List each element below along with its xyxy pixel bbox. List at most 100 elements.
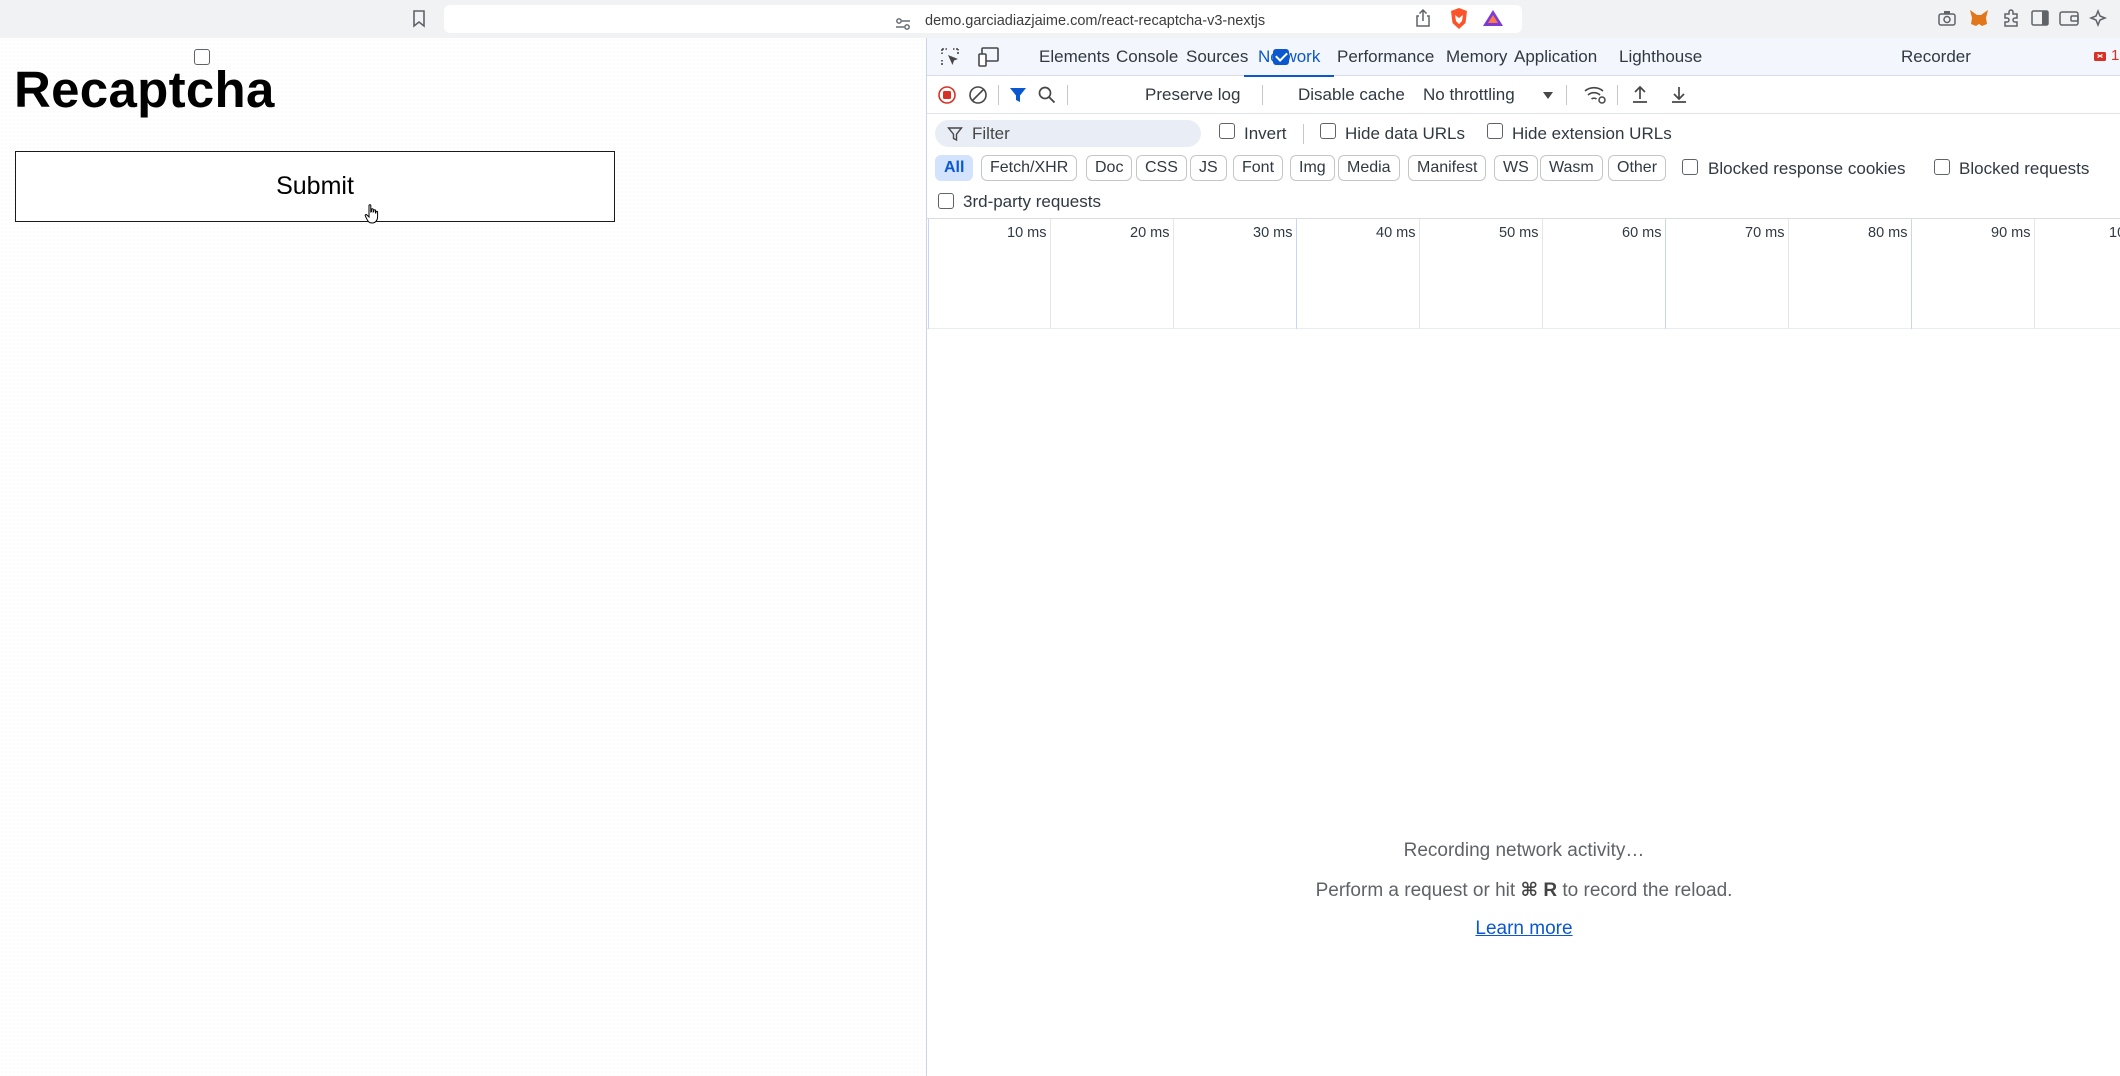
devtools-tabbar: Elements Console Sources Network Perform… <box>927 38 2120 77</box>
timeline-overview[interactable]: 10 ms 20 ms 30 ms 40 ms 50 ms 60 ms 70 m… <box>927 218 2120 329</box>
type-chip-img[interactable]: Img <box>1290 155 1335 181</box>
type-chip-other[interactable]: Other <box>1608 155 1667 181</box>
timeline-start-line <box>928 219 929 329</box>
site-settings-icon[interactable] <box>894 15 912 33</box>
tab-console[interactable]: Console <box>1112 38 1182 76</box>
tab-sources[interactable]: Sources <box>1182 38 1252 76</box>
timeline-gridline <box>1911 219 1912 329</box>
disable-cache-label: Disable cache <box>1298 85 1405 104</box>
tab-network[interactable]: Network <box>1243 38 1335 77</box>
type-chip-css[interactable]: CSS <box>1136 155 1187 181</box>
bookmark-icon[interactable] <box>412 9 426 29</box>
leo-ai-icon[interactable] <box>2088 8 2110 28</box>
tab-application[interactable]: Application <box>1510 38 1601 76</box>
browser-toolbar: demo.garciadiazjaime.com/react-recaptcha… <box>0 0 2120 38</box>
inspect-element-icon[interactable] <box>939 46 961 68</box>
type-chip-doc[interactable]: Doc <box>1086 155 1133 181</box>
submit-button[interactable]: Submit <box>15 151 615 222</box>
type-chip-media[interactable]: Media <box>1338 155 1400 181</box>
page-title: Recaptcha <box>14 61 275 118</box>
sidebar-icon[interactable] <box>2029 8 2051 28</box>
extensions-icon[interactable] <box>2000 8 2022 28</box>
type-chip-ws[interactable]: WS <box>1494 155 1538 181</box>
timeline-gridline <box>1050 219 1051 329</box>
timeline-tick-label: 40 ms <box>1376 225 1416 241</box>
invert-checkbox[interactable] <box>1219 123 1235 139</box>
preserve-log-checkbox[interactable] <box>194 49 210 65</box>
preserve-log-label: Preserve log <box>1145 85 1241 104</box>
network-toolbar: Preserve log Disable cache No throttling <box>194 49 2120 114</box>
third-party-requests-label: 3rd-party requests <box>963 192 1101 211</box>
type-chip-font[interactable]: Font <box>1233 155 1284 181</box>
export-har-icon[interactable] <box>1669 84 1689 106</box>
hide-data-urls-label: Hide data URLs <box>1345 124 1466 143</box>
empty-hint-pre: Perform a request or hit <box>1315 880 1521 901</box>
search-icon[interactable] <box>1037 85 1057 105</box>
empty-state-title: Recording network activity… <box>1403 840 1645 861</box>
toolbar-divider <box>1566 85 1567 105</box>
hide-data-urls-checkbox[interactable] <box>1320 123 1336 139</box>
type-chip-fetch-xhr[interactable]: Fetch/XHR <box>981 155 1078 181</box>
toolbar-divider <box>998 85 999 105</box>
blocked-requests-label: Blocked requests <box>1959 159 2090 178</box>
third-party-requests-checkbox[interactable] <box>938 193 954 209</box>
filter-input[interactable]: Filter <box>935 120 1201 147</box>
timeline-gridline <box>2034 219 2035 329</box>
issues-badge[interactable]: 1 <box>2091 47 2120 65</box>
type-chip-wasm[interactable]: Wasm <box>1540 155 1603 181</box>
hide-extension-urls-checkbox[interactable] <box>1487 123 1503 139</box>
share-icon[interactable] <box>1414 8 1432 28</box>
empty-state-hint: Perform a request or hit ⌘ R to record t… <box>927 879 2120 902</box>
timeline-gridline <box>1296 219 1297 329</box>
toolbar-divider <box>1262 85 1263 105</box>
issues-count: 1 <box>2111 47 2120 64</box>
chevron-down-icon[interactable] <box>1541 89 1555 101</box>
blocked-requests-checkbox[interactable] <box>1934 159 1950 175</box>
hide-extension-urls-label: Hide extension URLs <box>1512 124 1672 143</box>
wallet-icon[interactable] <box>2058 8 2080 28</box>
type-chip-manifest[interactable]: Manifest <box>1408 155 1487 181</box>
brave-rewards-icon[interactable] <box>1482 8 1504 28</box>
timeline-gridline <box>1665 219 1666 329</box>
learn-more-link[interactable]: Learn more <box>927 918 2120 940</box>
empty-hint-post: to record the reload. <box>1557 880 1733 901</box>
address-bar[interactable]: demo.garciadiazjaime.com/react-recaptcha… <box>444 5 1522 33</box>
timeline-gridline <box>1542 219 1543 329</box>
toolbar-divider <box>1303 124 1304 144</box>
disable-cache-checkbox[interactable] <box>1273 49 1289 65</box>
brave-shields-icon[interactable] <box>1448 7 1470 31</box>
timeline-gridline <box>1419 219 1420 329</box>
tab-recorder[interactable]: Recorder <box>1897 38 1975 76</box>
filter-toggle-icon[interactable] <box>1008 85 1028 105</box>
tab-performance[interactable]: Performance <box>1333 38 1438 76</box>
timeline-tick-label: 80 ms <box>1868 225 1908 241</box>
tab-memory[interactable]: Memory <box>1442 38 1511 76</box>
tab-elements[interactable]: Elements <box>1035 38 1114 76</box>
web-page: Recaptcha Submit <box>0 38 926 1076</box>
import-har-icon[interactable] <box>1630 84 1650 106</box>
clear-icon[interactable] <box>968 85 988 105</box>
metamask-icon[interactable] <box>1968 8 1990 28</box>
devtools-panel: Elements Console Sources Network Perform… <box>194 38 2120 1076</box>
timeline-tick-label: 10 ms <box>1007 225 1047 241</box>
url-text[interactable]: demo.garciadiazjaime.com/react-recaptcha… <box>925 12 1265 30</box>
tab-lighthouse[interactable]: Lighthouse <box>1615 38 1706 76</box>
record-icon[interactable] <box>937 85 957 105</box>
throttling-select[interactable]: No throttling <box>1423 85 1515 105</box>
type-chip-js[interactable]: JS <box>1190 155 1227 181</box>
timeline-tick-label: 70 ms <box>1745 225 1785 241</box>
timeline-gridline <box>1788 219 1789 329</box>
timeline-tick-label: 50 ms <box>1499 225 1539 241</box>
filter-icon <box>947 127 963 142</box>
blocked-response-cookies-checkbox[interactable] <box>1682 159 1698 175</box>
timeline-tick-label: 20 ms <box>1130 225 1170 241</box>
timeline-tick-label: 60 ms <box>1622 225 1662 241</box>
network-conditions-icon[interactable] <box>1583 84 1607 106</box>
filter-placeholder: Filter <box>972 124 1010 143</box>
timeline-tick-label: 30 ms <box>1253 225 1293 241</box>
timeline-tick-label: 10 <box>2109 225 2120 241</box>
device-toolbar-icon[interactable] <box>977 46 1001 68</box>
camera-icon[interactable] <box>1936 8 1958 28</box>
type-chip-all[interactable]: All <box>935 155 974 181</box>
invert-label: Invert <box>1244 124 1287 143</box>
